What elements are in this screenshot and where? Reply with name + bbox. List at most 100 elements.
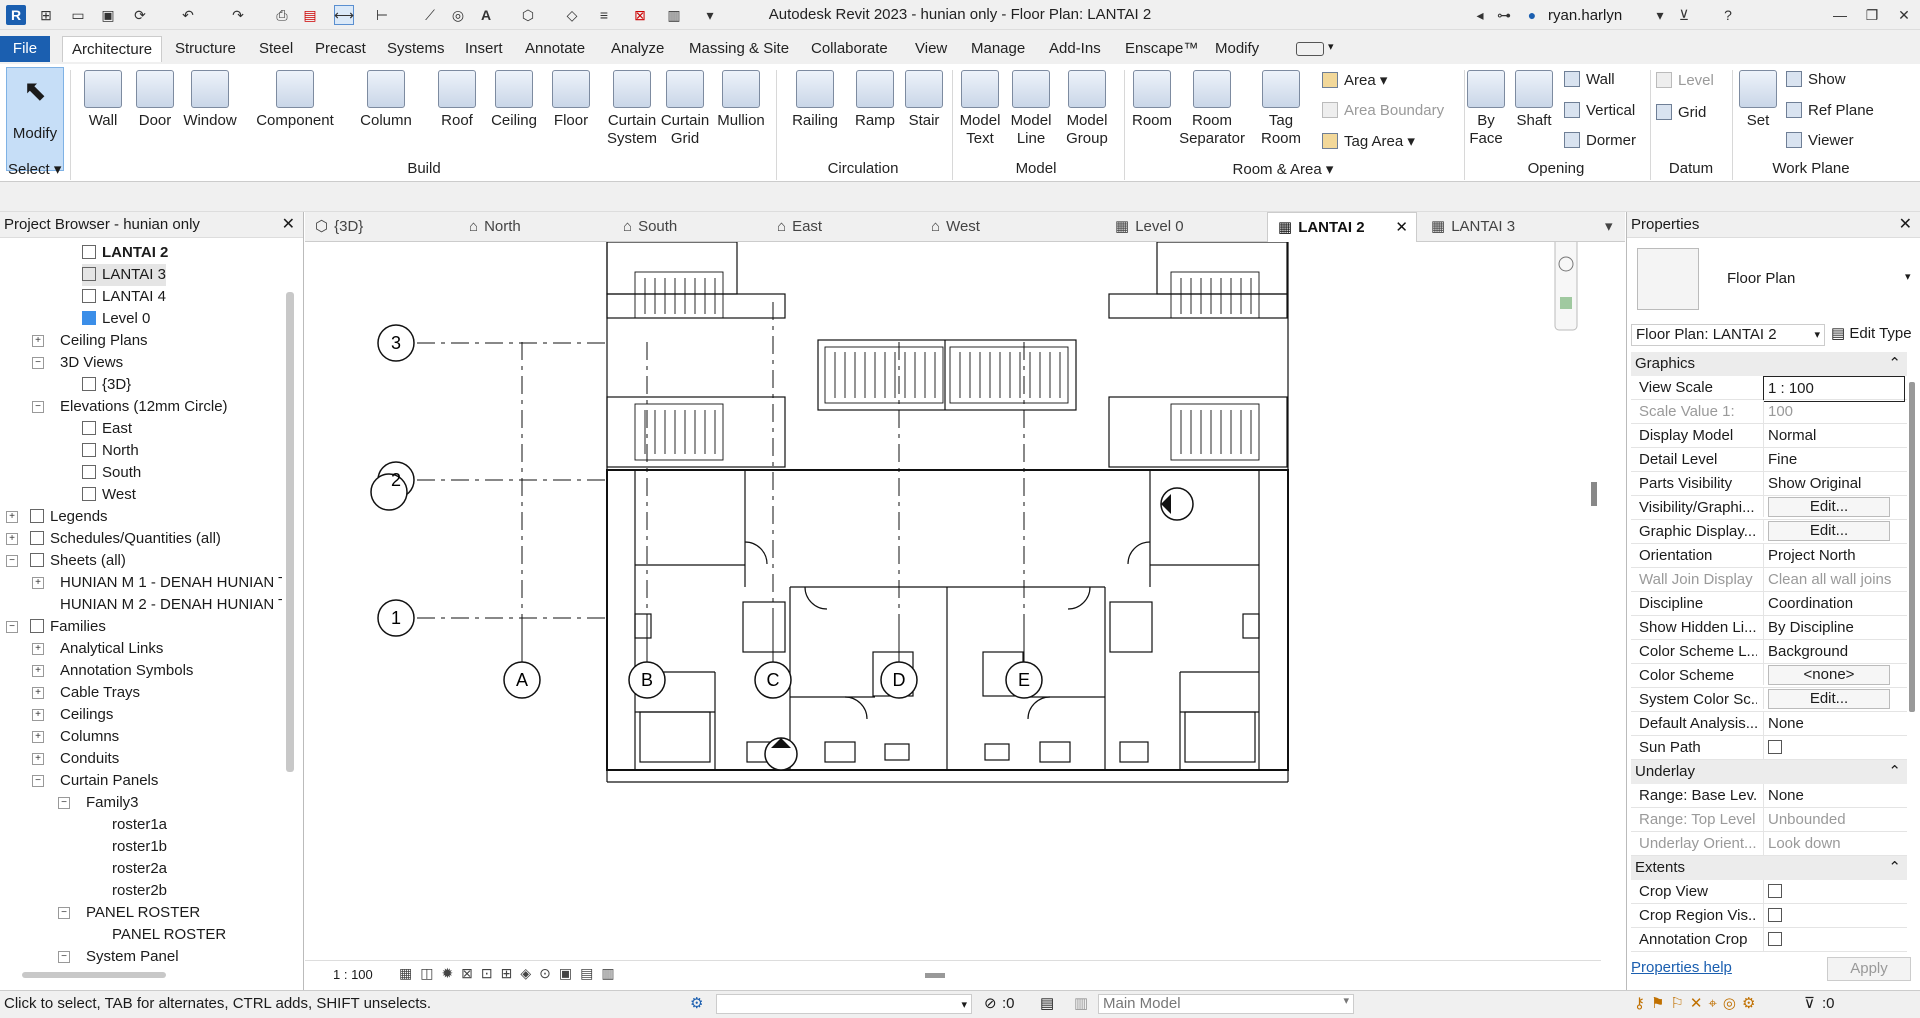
redo-icon[interactable]: ↷ <box>228 5 248 25</box>
expand-icon[interactable]: + <box>6 511 18 523</box>
expand-icon[interactable]: + <box>6 533 18 545</box>
stair-button[interactable]: Stair <box>902 70 946 129</box>
prop-row[interactable]: Range: Base Lev... None <box>1631 784 1907 808</box>
window-button[interactable]: Window <box>180 70 240 129</box>
default-3d-icon[interactable]: ◎ <box>448 5 468 25</box>
prop-row[interactable]: Color Scheme <none> <box>1631 664 1907 688</box>
room-button[interactable]: Room <box>1130 70 1174 129</box>
active-model-dropdown[interactable]: Main Model ▾ <box>1098 994 1354 1014</box>
3d-view-icon[interactable]: ⬡ <box>518 5 538 25</box>
binoculars-icon[interactable]: ⊶ <box>1494 5 1514 25</box>
close-icon[interactable]: ✕ <box>1899 212 1912 238</box>
collapse-icon[interactable]: − <box>32 401 44 413</box>
tree-item-3d-views[interactable]: 3D Views <box>60 352 123 374</box>
model-text-button[interactable]: Model Text <box>956 70 1004 148</box>
filter-icon[interactable]: ⊽ <box>1804 991 1815 1017</box>
view-tab-lantai-2[interactable]: ▦ LANTAI 2 ✕ <box>1267 212 1417 242</box>
level-button[interactable]: Level <box>1656 72 1714 89</box>
expand-icon[interactable]: + <box>32 665 44 677</box>
model-line-button[interactable]: Model Line <box>1008 70 1054 148</box>
vertical-button[interactable]: Vertical <box>1564 102 1635 119</box>
grid-bubble-2[interactable]: 2 <box>370 461 415 511</box>
model-group-button[interactable]: Model Group <box>1060 70 1114 148</box>
tab-precast[interactable]: Precast <box>306 36 375 62</box>
switch-windows-icon[interactable]: ▥ <box>664 5 684 25</box>
expand-icon[interactable]: + <box>32 577 44 589</box>
browser-hscrollbar[interactable] <box>22 972 166 978</box>
by-face-button[interactable]: By Face <box>1466 70 1506 148</box>
section-extents[interactable]: Extents ⌃ <box>1631 856 1907 880</box>
grid-button[interactable]: Grid <box>1656 104 1706 121</box>
tree-item-panel-roster-family[interactable]: PANEL ROSTER <box>86 902 200 924</box>
cart-icon[interactable]: ⊻ <box>1674 5 1694 25</box>
tree-item-west[interactable]: West <box>82 484 136 506</box>
ceiling-button[interactable]: Ceiling <box>486 70 542 129</box>
canvas-hscrollbar[interactable] <box>925 973 945 978</box>
instance-selector[interactable]: Floor Plan: LANTAI 2 ▾ <box>1631 324 1825 346</box>
expand-icon[interactable]: + <box>32 643 44 655</box>
grid-bubble-e[interactable]: E <box>1005 661 1043 699</box>
tree-item-elevations[interactable]: Elevations (12mm Circle) <box>60 396 228 418</box>
ribbon-minimize-icon[interactable] <box>1296 42 1324 56</box>
sync-icon[interactable]: ⟳ <box>130 5 150 25</box>
collapse-icon[interactable]: − <box>32 775 44 787</box>
tree-item-east[interactable]: East <box>82 418 132 440</box>
tree-item-conduits[interactable]: Conduits <box>60 748 119 770</box>
floor-plan-drawing[interactable]: 3 2 1 A B C D E <box>305 242 1601 968</box>
customize-qat-icon[interactable]: ▾ <box>700 5 720 25</box>
browser-scrollbar[interactable] <box>286 292 294 772</box>
grid-bubble-3[interactable]: 3 <box>377 324 415 362</box>
tree-item-columns[interactable]: Columns <box>60 726 119 748</box>
view-tab-east[interactable]: ⌂ East <box>767 212 919 242</box>
prop-row[interactable]: View Scale 1 : 100 <box>1631 376 1907 402</box>
grid-bubble-c[interactable]: C <box>754 661 792 699</box>
prop-row[interactable]: Graphic Display... Edit... <box>1631 520 1907 544</box>
undo-icon[interactable]: ↶ <box>178 5 198 25</box>
grid-bubble-a[interactable]: A <box>503 661 541 699</box>
drawing-canvas[interactable]: 3 2 1 A B C D E <box>305 242 1601 968</box>
workset-dropdown[interactable]: ▾ <box>716 994 972 1014</box>
tree-item-sheet-m1[interactable]: HUNIAN M 1 - DENAH HUNIAN T <box>60 572 282 594</box>
close-tab-icon[interactable]: ✕ <box>1395 213 1408 243</box>
show-workplane-button[interactable]: Show <box>1786 71 1846 88</box>
collapse-icon[interactable]: − <box>58 797 70 809</box>
roof-button[interactable]: Roof <box>432 70 482 129</box>
revit-app-icon[interactable]: R <box>6 5 26 25</box>
home-icon[interactable]: ⊞ <box>36 5 56 25</box>
close-hidden-icon[interactable]: ⊠ <box>630 5 650 25</box>
canvas-vscrollbar[interactable] <box>1591 482 1597 506</box>
properties-scrollbar[interactable] <box>1909 382 1915 712</box>
prop-row[interactable]: Display Model Normal <box>1631 424 1907 448</box>
tab-manage[interactable]: Manage <box>962 36 1034 62</box>
view-tab-west[interactable]: ⌂ West <box>921 212 1073 242</box>
tree-item-cable-trays[interactable]: Cable Trays <box>60 682 140 704</box>
crop-view-checkbox[interactable] <box>1768 884 1782 898</box>
tree-item-lantai-4[interactable]: LANTAI 4 <box>82 286 166 308</box>
section-graphics[interactable]: Graphics ⌃ <box>1631 352 1907 376</box>
user-menu-chevron-icon[interactable]: ▾ <box>1650 5 1670 25</box>
tag-icon[interactable]: ⟋ <box>420 5 440 25</box>
view-tab-level-0[interactable]: ▦ Level 0 <box>1105 212 1257 242</box>
thin-lines-icon[interactable]: ≡ <box>594 5 614 25</box>
prop-row[interactable]: Show Hidden Li... By Discipline <box>1631 616 1907 640</box>
tree-item-south[interactable]: South <box>82 462 141 484</box>
user-icon[interactable]: ● <box>1522 5 1542 25</box>
door-button[interactable]: Door <box>132 70 178 129</box>
tree-item-sheet-m2[interactable]: HUNIAN M 2 - DENAH HUNIAN T <box>60 594 282 616</box>
expand-icon[interactable]: + <box>32 709 44 721</box>
tab-modify[interactable]: Modify <box>1206 36 1268 62</box>
close-window-icon[interactable]: ✕ <box>1894 5 1914 25</box>
pdf-icon[interactable]: ▤ <box>300 5 320 25</box>
dimension-icon[interactable]: ⊢ <box>372 5 392 25</box>
tree-item-roster2b[interactable]: roster2b <box>112 880 167 902</box>
elevation-marker-east[interactable] <box>1160 487 1194 521</box>
tab-add-ins[interactable]: Add-Ins <box>1040 36 1110 62</box>
prop-row[interactable]: Annotation Crop <box>1631 928 1907 952</box>
selection-filter-icons[interactable]: ⚷⚑⚐✕⌖◎⚙ <box>1634 991 1761 1017</box>
expand-icon[interactable]: + <box>32 687 44 699</box>
area-boundary-button[interactable]: Area Boundary <box>1322 102 1444 119</box>
grid-bubble-1[interactable]: 1 <box>377 599 415 637</box>
tab-steel[interactable]: Steel <box>250 36 302 62</box>
view-tab-south[interactable]: ⌂ South <box>613 212 765 242</box>
tree-item-system-panel[interactable]: System Panel <box>86 946 179 968</box>
